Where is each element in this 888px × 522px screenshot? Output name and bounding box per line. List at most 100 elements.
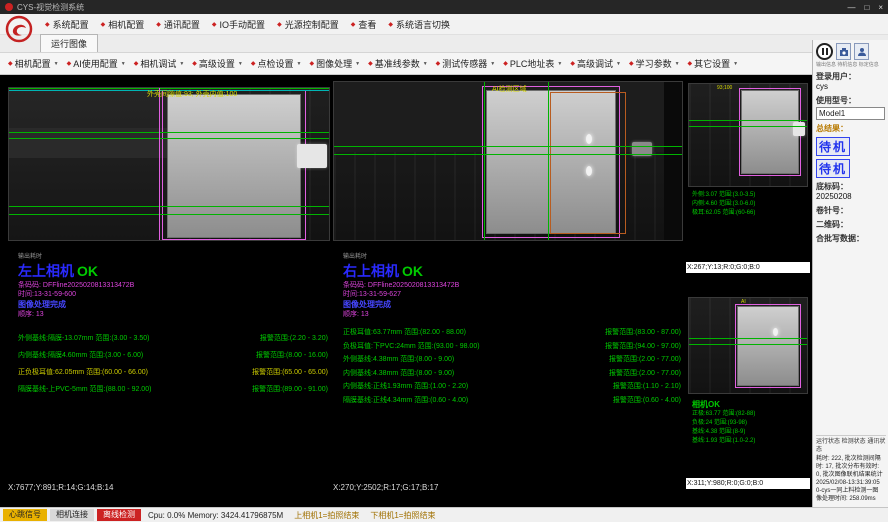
minimize-button[interactable]: — [847, 3, 855, 12]
chevron-down-icon: ▼ [675, 61, 680, 67]
camera-connection-indicator: 相机连接 [50, 509, 94, 521]
camera-image-center[interactable]: AI检测区域 [333, 81, 683, 241]
pixel-readout-center: X:270;Y:2502;R:17;G:17;B:17 [333, 483, 438, 492]
chevron-down-icon: ▼ [54, 61, 59, 67]
menu-item-comm-config[interactable]: ◆通讯配置 [151, 16, 205, 33]
tool-camera-debug[interactable]: ◆相机调试▼ [130, 55, 189, 72]
tool-spot-check[interactable]: ◆点检设置▼ [247, 55, 306, 72]
roi-rect-orange [550, 92, 626, 234]
maximize-button[interactable]: □ [864, 3, 869, 12]
connector-part [297, 144, 327, 168]
camera-tool-button[interactable] [836, 43, 851, 60]
diamond-icon: ◆ [45, 21, 50, 28]
part-surface [737, 306, 799, 386]
pixel-readout-left: X:7677;Y:891;R:14;G:14;B:14 [8, 483, 113, 492]
diamond-icon: ◆ [192, 60, 197, 67]
tool-image-process[interactable]: ◆图像处理▼ [305, 55, 364, 72]
diamond-icon: ◆ [388, 21, 393, 28]
result-ok-text: OK [402, 263, 423, 279]
small-measure-lines: 外侧:3.07 范围:(3.0-3.5) 内侧:4.60 范围:(3.0-6.0… [692, 191, 755, 218]
tool-learning-params[interactable]: ◆学习参数▼ [625, 55, 684, 72]
chevron-down-icon: ▼ [179, 61, 184, 67]
login-user-value: cys [816, 82, 885, 92]
diamond-icon: ◆ [570, 60, 575, 67]
connector-part [793, 122, 805, 136]
brand-logo-icon [5, 15, 33, 43]
barcode-text: 条码码: DFFline2025020813313472B [343, 281, 679, 290]
diamond-icon: ◆ [156, 21, 161, 28]
menu-item-light-config[interactable]: ◆光源控制配置 [272, 16, 344, 33]
status-bar: 心跳信号 相机连接 离线检测 Cpu: 0.0% Memory: 3424.41… [0, 507, 888, 522]
stats-line: 像处理时间: 258.09ms [816, 495, 886, 503]
right-panel: 输出信息 待机信息 标定信息 登录用户： cys 使用型号： Model1 总结… [812, 40, 888, 507]
run-controls [816, 43, 885, 60]
pause-button[interactable] [816, 43, 833, 60]
diamond-icon: ◆ [629, 60, 634, 67]
camera-view-small-bottom[interactable]: AI 相机OK 正极:63.77 范围:(82-88) 负极:24 范围:(93… [686, 273, 810, 477]
measure-row: 内侧基线:正线1.93mm 范围:(1.00 - 2.20)报警范围:(1.10… [343, 381, 681, 395]
diamond-icon: ◆ [351, 21, 356, 28]
bottom-code-label: 底标码： [816, 182, 885, 192]
tab-run-image[interactable]: 运行图像 [40, 34, 98, 52]
camera-view-center[interactable]: AI检测区域 输出耗时 右上相机OK 条码码: DFFline202502081… [333, 77, 683, 481]
measurements-center: 正极耳值:63.77mm 范围:(82.00 - 88.00)报警范围:(83.… [343, 327, 681, 408]
menu-item-camera-config[interactable]: ◆相机配置 [96, 16, 150, 33]
measure-row: 内侧基线:4.38mm 范围:(8.00 - 9.00)报警范围:(2.00 -… [343, 368, 681, 382]
offline-detect-indicator: 离线检测 [97, 509, 141, 521]
tool-test-sensor[interactable]: ◆测试传感器▼ [432, 55, 500, 72]
overlay-line-green [689, 338, 807, 339]
menu-item-system-config[interactable]: ◆系统配置 [40, 16, 94, 33]
tool-other-settings[interactable]: ◆其它设置▼ [684, 55, 743, 72]
menu-item-view[interactable]: ◆查看 [346, 16, 382, 33]
model-select[interactable]: Model1 [816, 107, 885, 120]
machine-edge [664, 82, 682, 240]
part-surface [167, 94, 301, 238]
menu-item-io-config[interactable]: ◆IO手动配置 [207, 16, 270, 33]
measure-row: 内侧基线:隔膜4.60mm 范围:(3.00 - 6.00)报警范围:(8.00… [18, 350, 328, 367]
camera-view-left[interactable]: 外壳间隙值:93; 外壳内值:100 输出耗时 左上相机OK 条码码: DFFl… [8, 77, 330, 481]
camera-image-small-bottom[interactable]: AI [688, 297, 808, 394]
total-result-value-1: 待机 [816, 137, 850, 156]
barcode-text: 条码码: DFFline2025020813313472B [18, 281, 326, 290]
user-icon [857, 47, 867, 57]
chevron-down-icon: ▼ [238, 61, 243, 67]
camera-view-small-top[interactable]: 93;100 外侧:3.07 范围:(3.0-3.5) 内侧:4.60 范围:(… [686, 77, 810, 261]
overlay-line-green [334, 146, 682, 147]
pre-title: 输出耗时 [343, 253, 679, 261]
tool-ai-config[interactable]: ◆AI使用配置▼ [63, 55, 130, 72]
small-result-ok: 相机OK [692, 399, 755, 410]
sequence-text: 顺序: 13 [18, 310, 326, 319]
upper-camera-status: 上相机1=拍照结束 [294, 510, 359, 521]
tool-plc-table[interactable]: ◆PLC地址表▼ [499, 55, 566, 72]
part-surface [741, 90, 799, 174]
small-measure-lines: 相机OK 正极:63.77 范围:(82-88) 负极:24 范围:(93-98… [692, 399, 755, 446]
overlay-line-magenta [159, 88, 160, 240]
stats-header: 运行状态 检测状态 通讯状态 [816, 435, 886, 454]
heartbeat-indicator: 心跳信号 [3, 509, 47, 521]
user-tool-button[interactable] [854, 43, 869, 60]
overlay-line-green [689, 126, 807, 127]
close-button[interactable]: × [878, 3, 883, 12]
menu-item-language[interactable]: ◆系统语言切换 [383, 16, 455, 33]
result-block-center: 输出耗时 右上相机OK 条码码: DFFline2025020813313472… [343, 253, 679, 319]
diamond-icon: ◆ [277, 21, 282, 28]
camera-image-left[interactable]: 外壳间隙值:93; 外壳内值:100 [8, 87, 330, 241]
chevron-down-icon: ▼ [355, 61, 360, 67]
tool-camera-config[interactable]: ◆相机配置▼ [4, 55, 63, 72]
diamond-icon: ◆ [251, 60, 256, 67]
overlay-line-green [548, 82, 549, 240]
measurements-left: 外侧基线:隔膜-13.07mm 范围:(3.00 - 3.50)报警范围:(2.… [18, 333, 328, 401]
diamond-icon: ◆ [101, 21, 106, 28]
overlay-ai-text: AI [741, 299, 746, 305]
tool-advanced-settings[interactable]: ◆高级设置▼ [188, 55, 247, 72]
menu-bar: ◆系统配置 ◆相机配置 ◆通讯配置 ◆IO手动配置 ◆光源控制配置 ◆查看 ◆系… [0, 14, 888, 35]
stats-line: 0-cys一同上料检测一图 [816, 487, 886, 495]
pre-title: 输出耗时 [18, 253, 326, 261]
tool-baseline-params[interactable]: ◆基准线参数▼ [364, 55, 432, 72]
process-status: 图像处理完成 [343, 299, 679, 310]
tool-advanced-debug[interactable]: ◆高级调试▼ [566, 55, 625, 72]
camera-image-small-top[interactable]: 93;100 [688, 83, 808, 187]
chevron-down-icon: ▼ [733, 61, 738, 67]
app-window: CYS-视觉检测系统 — □ × ◆系统配置 ◆相机配置 ◆通讯配置 ◆IO手动… [0, 0, 888, 522]
machine-bg [9, 88, 167, 240]
